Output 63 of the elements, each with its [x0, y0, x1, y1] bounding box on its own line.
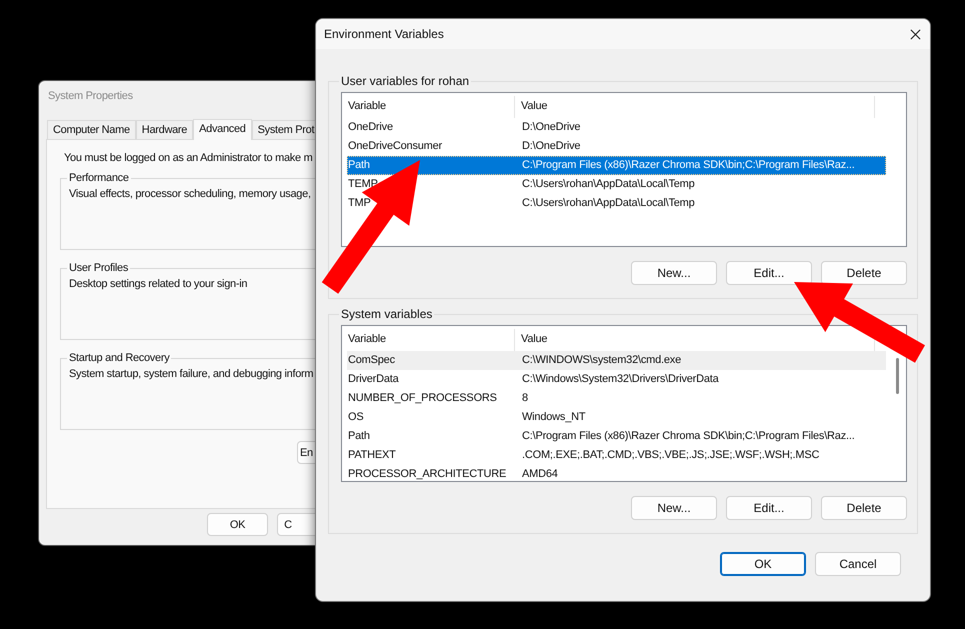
tab[interactable]: Hardware [136, 120, 194, 139]
table-cell-text: PROCESSOR_ARCHITECTURE [347, 467, 508, 481]
button[interactable]: OK [207, 513, 268, 536]
notice-text: You must be logged on as an Administrator to make m [64, 152, 314, 164]
group-title: User variables for rohan [340, 74, 470, 88]
list-row[interactable]: OneDriveConsumer D:\OneDrive [347, 137, 886, 156]
table-cell-text: D:\OneDrive [521, 120, 580, 135]
column-header[interactable]: Value [515, 96, 875, 118]
group-description: System startup, system failure, and debugging inform [69, 367, 314, 380]
table-cell-text: TMP [347, 196, 372, 211]
scrollbar[interactable] [896, 358, 899, 394]
table-cell-text: C:\Users\rohan\AppData\Local\Temp [521, 196, 695, 211]
table-cell-text: OneDriveConsumer [347, 139, 444, 154]
list-row[interactable]: TMP C:\Users\rohan\AppData\Local\Temp [347, 194, 886, 213]
table-cell-text: D:\OneDrive [521, 139, 580, 154]
list-row[interactable]: ComSpec C:\WINDOWS\system32\cmd.exe [347, 351, 886, 370]
table-cell-text: Path [347, 429, 371, 444]
table-cell-text: Path [347, 158, 371, 173]
tab[interactable]: Computer Name [47, 120, 136, 139]
table-cell-text: PATHEXT [347, 448, 397, 463]
table-cell-text: Windows_NT [521, 410, 586, 425]
list-row[interactable]: Path C:\Program Files (x86)\Razer Chroma SDK\bin;C:\Program Files\Raz... [347, 156, 886, 175]
list-row[interactable]: TEMP C:\Users\rohan\AppData\Local\Temp [347, 175, 886, 194]
button[interactable]: Edit... [726, 261, 812, 285]
close-icon[interactable] [910, 28, 921, 40]
table-cell-text: C:\Windows\System32\Drivers\DriverData [521, 372, 719, 387]
list-row[interactable]: Path C:\Program Files (x86)\Razer Chroma SDK\bin;C:\Program Files\Raz... [347, 427, 886, 446]
table-cell-text: C:\Program Files (x86)\Razer Chroma SDK\bin;C:\Program Files\Raz... [521, 429, 855, 444]
table-cell-text: AMD64 [521, 467, 558, 481]
tab[interactable]: Advanced [193, 119, 252, 140]
button[interactable]: Edit... [726, 496, 812, 520]
group-title: System variables [340, 307, 434, 321]
button[interactable]: Cancel [815, 552, 901, 576]
group-title: User Profiles [68, 262, 130, 274]
table-cell-text: TEMP [347, 177, 379, 192]
list-row[interactable]: PATHEXT .COM;.EXE;.BAT;.CMD;.VBS;.VBE;.JS;.JSE;.WSF;.WSH;.MSC [347, 446, 886, 465]
table-cell-text: C:\Program Files (x86)\Razer Chroma SDK\bin;C:\Program Files\Raz... [521, 158, 855, 173]
button[interactable]: New... [631, 496, 717, 520]
button[interactable]: New... [631, 261, 717, 285]
group-description: Desktop settings related to your sign-in [69, 277, 248, 290]
table-cell-text: ComSpec [347, 353, 396, 368]
table-cell-text: 8 [521, 391, 528, 406]
table-cell-text: NUMBER_OF_PROCESSORS [347, 391, 498, 406]
button[interactable]: Delete [821, 496, 907, 520]
group-title: Startup and Recovery [68, 352, 171, 364]
table-cell-text: C:\Users\rohan\AppData\Local\Temp [521, 177, 695, 192]
list-row[interactable]: PROCESSOR_ARCHITECTURE AMD64 [347, 465, 886, 481]
window-title: System Properties [47, 89, 134, 104]
table-cell-text: .COM;.EXE;.BAT;.CMD;.VBS;.VBE;.JS;.JSE;.WSF;.WSH;.MSC [521, 448, 820, 463]
button[interactable]: OK [720, 552, 806, 576]
table-cell-text: OneDrive [347, 120, 394, 135]
group-title: Performance [68, 172, 130, 184]
list-row[interactable]: OneDrive D:\OneDrive [347, 118, 886, 137]
table-cell-text: OS [347, 410, 364, 425]
table-cell-text: C:\WINDOWS\system32\cmd.exe [521, 353, 682, 368]
list-row[interactable]: OS Windows_NT [347, 408, 886, 427]
group-description: Visual effects, processor scheduling, memory usage, [69, 187, 312, 200]
window-title: Environment Variables [324, 27, 444, 41]
list-row[interactable]: DriverData C:\Windows\System32\Drivers\DriverData [347, 370, 886, 389]
table-cell-text: DriverData [347, 372, 400, 387]
column-header[interactable]: Variable [347, 96, 515, 118]
list-row[interactable]: NUMBER_OF_PROCESSORS 8 [347, 389, 886, 408]
button[interactable]: Delete [821, 261, 907, 285]
